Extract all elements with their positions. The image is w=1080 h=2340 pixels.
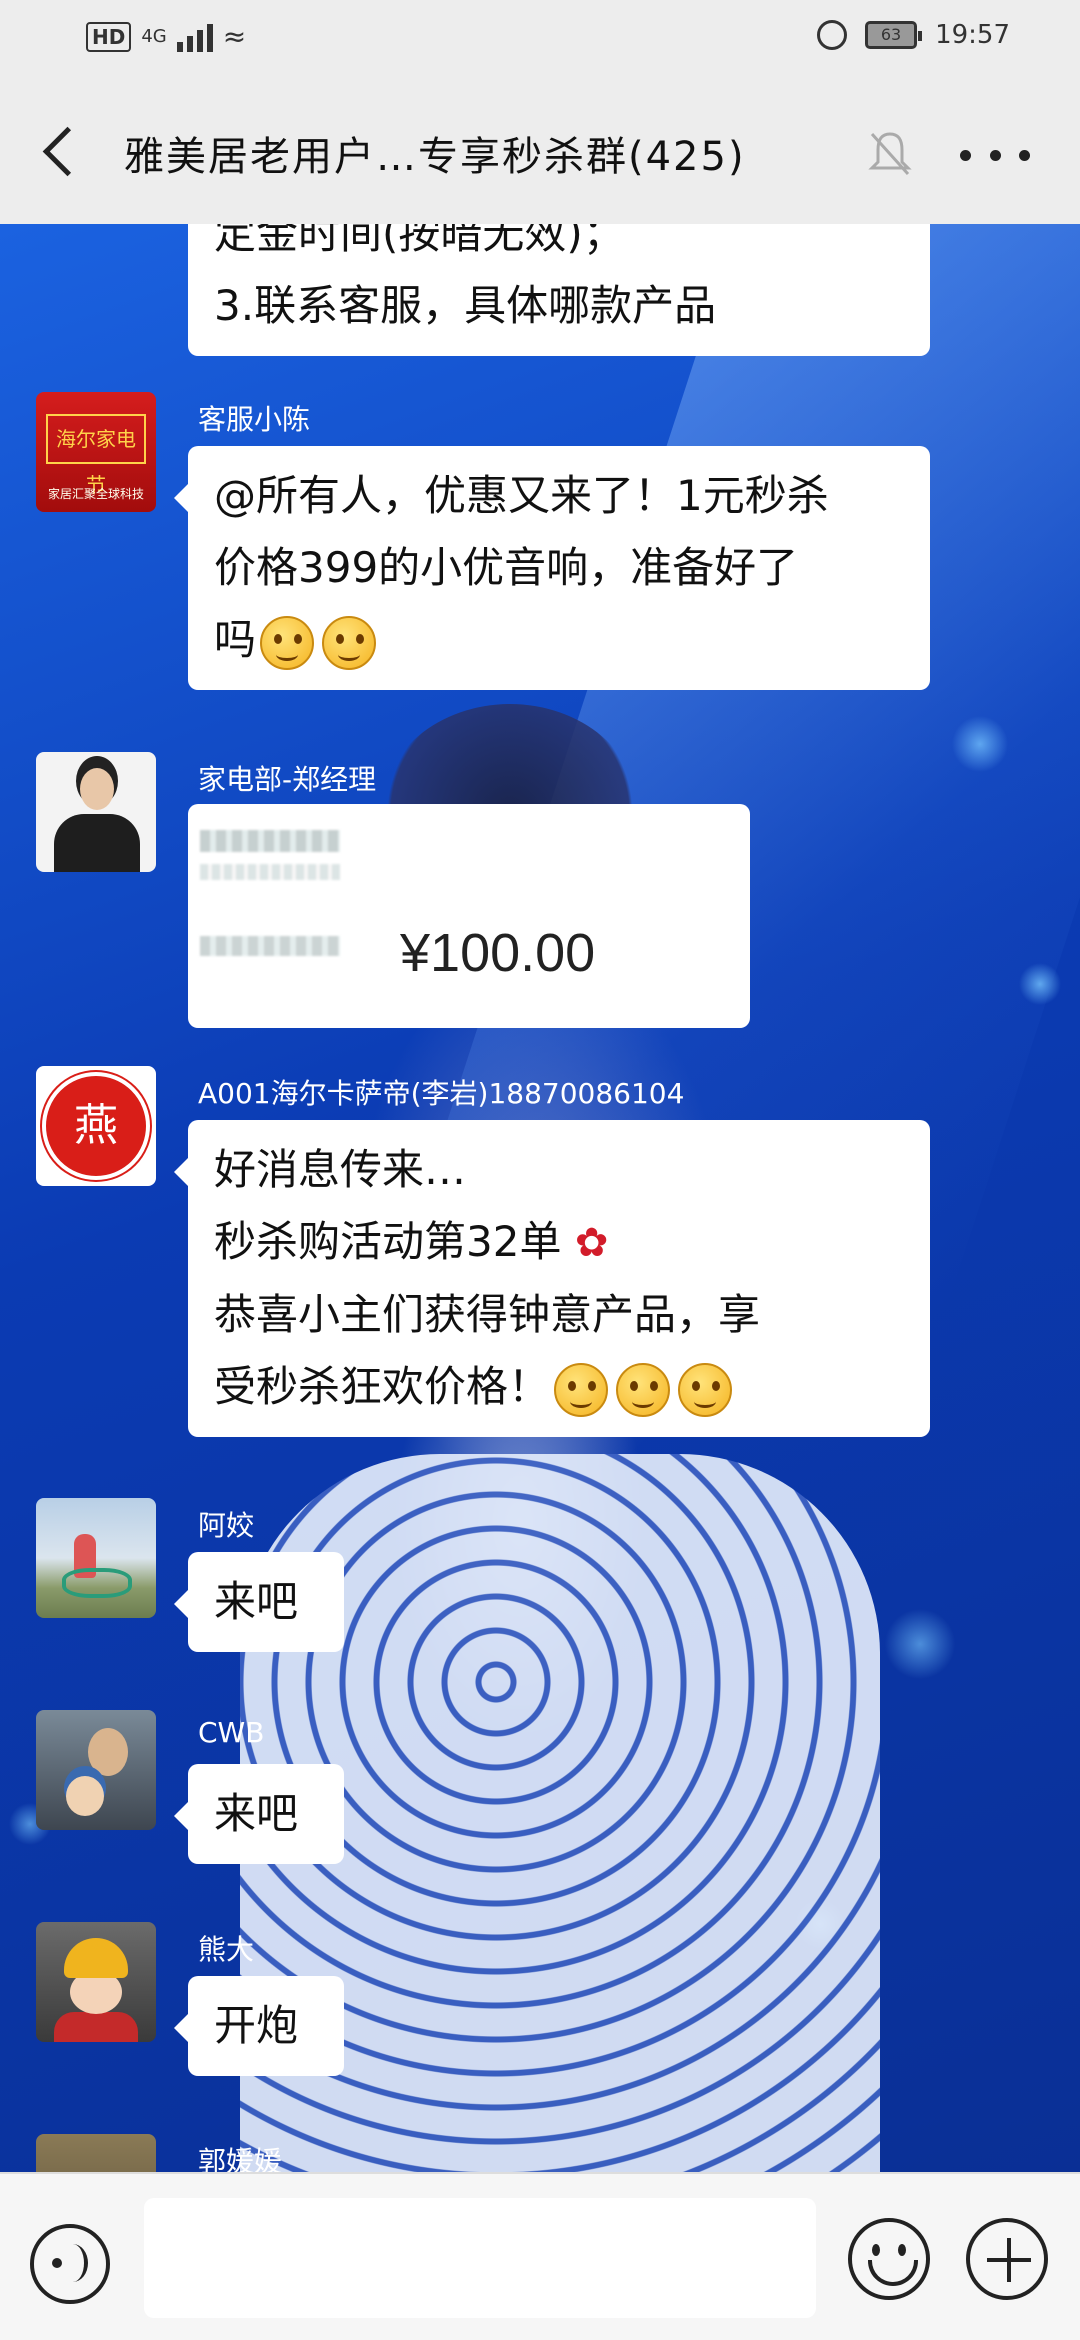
message-input[interactable] — [144, 2198, 816, 2318]
battery-level: 63 — [880, 25, 902, 44]
signal-icon — [176, 22, 213, 52]
message-bubble[interactable]: @所有人，优惠又来了！1元秒杀 价格399的小优音响，准备好了 吗 — [174, 446, 930, 690]
chat-header: 雅美居老用户…专享秒杀群(425) — [0, 80, 1080, 224]
sender-name: 熊大 — [198, 1933, 255, 1966]
voice-input-button[interactable] — [30, 2224, 110, 2304]
avatar[interactable] — [36, 2134, 156, 2172]
sender-name: CWB — [198, 1716, 265, 1749]
message-bubble[interactable]: 来吧 — [174, 1764, 344, 1864]
message-bubble[interactable]: 来吧 — [174, 1552, 344, 1652]
input-bar — [0, 2172, 1080, 2340]
message-bubble[interactable]: 开炮 — [174, 1976, 344, 2076]
message-line: 恭喜小主们获得钟意产品，享 — [214, 1290, 761, 1339]
avatar[interactable] — [36, 1710, 156, 1830]
back-button[interactable] — [36, 120, 96, 184]
message-line: 定金时间(按暗无效)； — [214, 224, 625, 258]
message-line: 好消息传来… — [214, 1145, 467, 1194]
hug-emoji-icon — [678, 1362, 733, 1417]
message-line: @所有人，优惠又来了！1元秒杀 — [214, 471, 829, 520]
sender-name: A001海尔卡萨帝(李岩)18870086104 — [198, 1077, 685, 1110]
message-line: 价格399的小优音响，准备好了 — [214, 543, 799, 592]
avatar-caption: 家居汇聚全球科技 — [47, 487, 144, 501]
smile-emoji-icon — [260, 615, 315, 670]
avatar[interactable]: 燕 — [36, 1066, 156, 1186]
status-bar: HD 4G ≈ 63 19:57 — [0, 0, 1080, 80]
sender-name: 阿姣 — [198, 1509, 255, 1542]
hug-emoji-icon — [554, 1362, 609, 1417]
alarm-icon — [817, 20, 848, 50]
message-line: 秒杀购活动第32单 ✿ — [214, 1206, 904, 1279]
smile-emoji-icon — [322, 615, 377, 670]
more-actions-button[interactable] — [966, 2218, 1048, 2300]
message-line: 开炮 — [214, 2001, 299, 2050]
avatar-text: 燕 — [42, 1072, 150, 1180]
hd-indicator: HD — [86, 21, 132, 52]
chat-message-list[interactable]: 定金时间(按暗无效)； 3.联系客服，具体哪款产品 海尔家电节 家居汇聚全球科技… — [0, 224, 1080, 2172]
avatar[interactable] — [36, 1922, 156, 2042]
sender-name: 客服小陈 — [198, 403, 311, 436]
avatar[interactable] — [36, 752, 156, 872]
message-line: 吗 — [214, 604, 904, 676]
status-left: HD 4G ≈ — [86, 20, 246, 53]
message-bubble[interactable]: 好消息传来… 秒杀购活动第32单 ✿ 恭喜小主们获得钟意产品，享 受秒杀狂欢价格… — [174, 1120, 930, 1437]
message-line: 来吧 — [214, 1789, 299, 1838]
sender-name: 家电部-郑经理 — [198, 763, 377, 796]
message-line: 受秒杀狂欢价格！ — [214, 1351, 904, 1423]
battery-icon: 63 — [865, 21, 923, 49]
transfer-card[interactable]: ¥100.00 — [188, 804, 750, 1028]
more-options-button[interactable] — [960, 130, 1030, 180]
sender-name: 郭媛媛 — [198, 2145, 283, 2172]
wifi-icon: ≈ — [222, 20, 247, 53]
message-line-text: 秒杀购活动第32单 — [214, 1217, 562, 1266]
rose-emoji-icon: ✿ — [574, 1220, 609, 1266]
network-type: 4G — [141, 26, 167, 47]
message-line-text: 受秒杀狂欢价格！ — [214, 1362, 551, 1411]
avatar-text: 海尔家电节 — [46, 414, 146, 497]
emoji-button[interactable] — [848, 2218, 930, 2300]
hug-emoji-icon — [616, 1362, 671, 1417]
message-bubble[interactable]: 定金时间(按暗无效)； 3.联系客服，具体哪款产品 — [188, 224, 930, 356]
blurred-text — [200, 830, 340, 852]
message-line: 来吧 — [214, 1577, 299, 1626]
avatar[interactable] — [36, 1498, 156, 1618]
status-right: 63 19:57 — [817, 20, 1010, 50]
message-line: 3.联系客服，具体哪款产品 — [214, 281, 717, 330]
clock: 19:57 — [935, 20, 1010, 50]
mute-bell-icon — [868, 132, 912, 176]
message-line-text: 吗 — [214, 615, 257, 664]
blurred-text — [200, 936, 340, 956]
chat-title: 雅美居老用户…专享秒杀群(425) — [124, 134, 746, 180]
avatar[interactable]: 海尔家电节 家居汇聚全球科技 — [36, 392, 156, 512]
transfer-amount: ¥100.00 — [400, 923, 596, 983]
blurred-text — [200, 864, 340, 880]
